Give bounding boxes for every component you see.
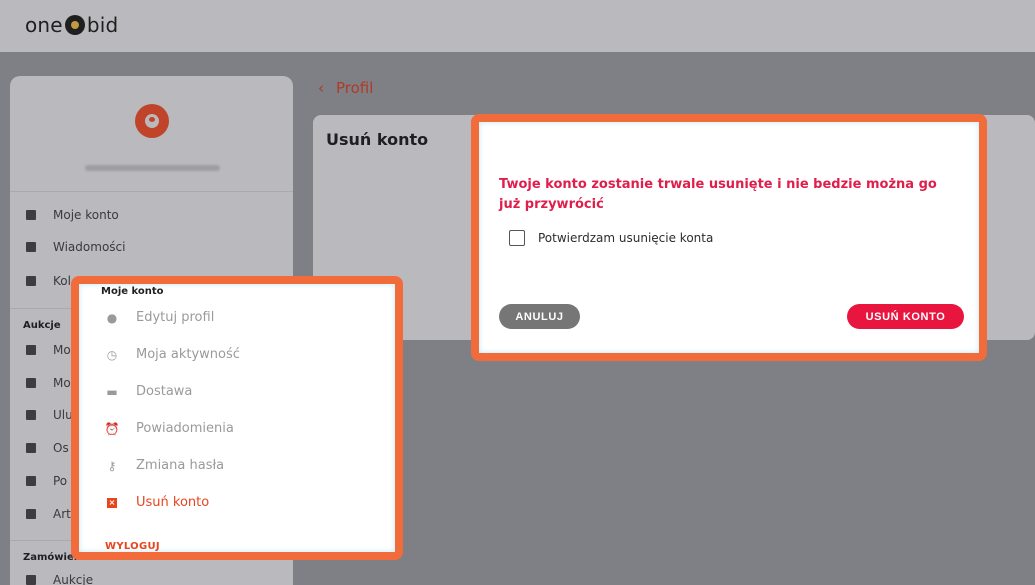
basket-icon — [26, 378, 36, 388]
delete-account-button[interactable]: USUŃ KONTO — [847, 304, 964, 329]
sidebar-item-label: Art — [53, 507, 71, 521]
menu-item-label: Moja aktywność — [136, 347, 240, 362]
sidebar-item-kolekcje[interactable]: Kol — [26, 274, 71, 288]
dialog-highlight-frame: Twoje konto zostanie trwale usunięte i n… — [471, 114, 987, 361]
sidebar-item-aukcje[interactable]: Aukcje — [26, 573, 93, 585]
sidebar-item-label: Mo — [53, 376, 71, 390]
document-icon — [26, 443, 36, 453]
dialog-warning-message: Twoje konto zostanie trwale usunięte i n… — [499, 177, 937, 212]
menu-heading: Moje konto — [101, 286, 164, 297]
sidebar-item-label: Moje konto — [53, 208, 119, 222]
message-icon — [26, 242, 36, 252]
logout-link[interactable]: WYLOGUJ — [105, 541, 160, 552]
sidebar-item-moje-konto[interactable]: Moje konto — [26, 208, 119, 222]
sidebar-item-label: Os — [53, 441, 69, 455]
menu-item-moja-aktywnosc[interactable]: ◷ Moja aktywność — [105, 347, 240, 362]
menu-item-label: Usuń konto — [136, 495, 210, 510]
back-to-profile-link[interactable]: ‹ Profil — [318, 79, 373, 97]
key-icon: ⚷ — [107, 458, 117, 473]
clock-icon: ◷ — [106, 347, 118, 362]
divider — [10, 191, 293, 192]
brand-left: one — [25, 13, 63, 37]
menu-item-label: Zmiana hasła — [136, 458, 225, 473]
sidebar-item-label: Aukcje — [53, 573, 94, 585]
sidebar-item-label: Ulu — [53, 408, 73, 422]
dashboard-icon — [26, 210, 36, 220]
menu-item-label: Dostawa — [136, 384, 193, 399]
sidebar-item-wiadomosci[interactable]: Wiadomości — [26, 240, 125, 254]
menu-item-usun-konto[interactable]: × Usuń konto — [105, 495, 209, 510]
page-title: Usuń konto — [326, 130, 429, 149]
chevron-left-icon: ‹ — [318, 79, 324, 97]
sidebar-item-oswiadczenia[interactable]: Os — [26, 441, 69, 455]
sidebar-item-label: Mo — [53, 343, 71, 357]
delete-account-dialog: Twoje konto zostanie trwale usunięte i n… — [479, 122, 979, 353]
sidebar-item-ulubione[interactable]: Ulu — [26, 408, 73, 422]
menu-item-powiadomienia[interactable]: ⏰ Powiadomienia — [105, 421, 234, 436]
sidebar-item-label: Po — [53, 474, 68, 488]
menu-item-label: Edytuj profil — [136, 310, 215, 325]
confirm-checkbox[interactable] — [509, 230, 525, 246]
user-icon: ● — [106, 310, 118, 325]
sidebar-item-label: Kol — [53, 274, 71, 288]
gavel-icon — [26, 575, 36, 585]
confirm-delete-checkbox-row[interactable]: Potwierdzam usunięcie konta — [509, 230, 713, 246]
cancel-button[interactable]: ANULUJ — [499, 304, 580, 329]
confirm-checkbox-label: Potwierdzam usunięcie konta — [538, 231, 714, 245]
menu-item-label: Powiadomienia — [136, 421, 234, 436]
sidebar-item-label: Wiadomości — [53, 240, 126, 254]
truck-icon: ▬ — [106, 384, 118, 399]
search-icon — [26, 476, 36, 486]
sidebar-item-artysci[interactable]: Art — [26, 507, 71, 521]
menu-item-zmiana-hasla[interactable]: ⚷ Zmiana hasła — [105, 458, 225, 473]
sidebar-item-moje-aukcje[interactable]: Mo — [26, 343, 71, 357]
menu-item-edytuj-profil[interactable]: ● Edytuj profil — [105, 310, 215, 325]
account-menu: Moje konto ● Edytuj profil ◷ Moja aktywn… — [79, 284, 395, 552]
alarm-icon: ⏰ — [104, 421, 120, 436]
delete-box-icon: × — [107, 497, 117, 508]
top-bar: one bid — [0, 0, 1035, 52]
user-email-blurred — [85, 165, 220, 171]
brand-logo[interactable]: one bid — [25, 13, 118, 37]
avatar-icon — [135, 104, 169, 138]
gavel-icon — [26, 345, 36, 355]
sidebar-item-moje-zakupy[interactable]: Mo — [26, 376, 71, 390]
ball-icon — [64, 15, 85, 35]
collection-icon — [26, 276, 36, 286]
back-link-label: Profil — [336, 79, 374, 97]
sidebar-item-poszukiwane[interactable]: Po — [26, 474, 67, 488]
section-auctions: Aukcje — [23, 320, 61, 331]
heart-icon — [26, 509, 36, 519]
menu-item-dostawa[interactable]: ▬ Dostawa — [105, 384, 192, 399]
menu-highlight-frame: Moje konto ● Edytuj profil ◷ Moja aktywn… — [71, 276, 403, 560]
star-icon — [26, 410, 36, 420]
brand-right: bid — [86, 13, 119, 37]
